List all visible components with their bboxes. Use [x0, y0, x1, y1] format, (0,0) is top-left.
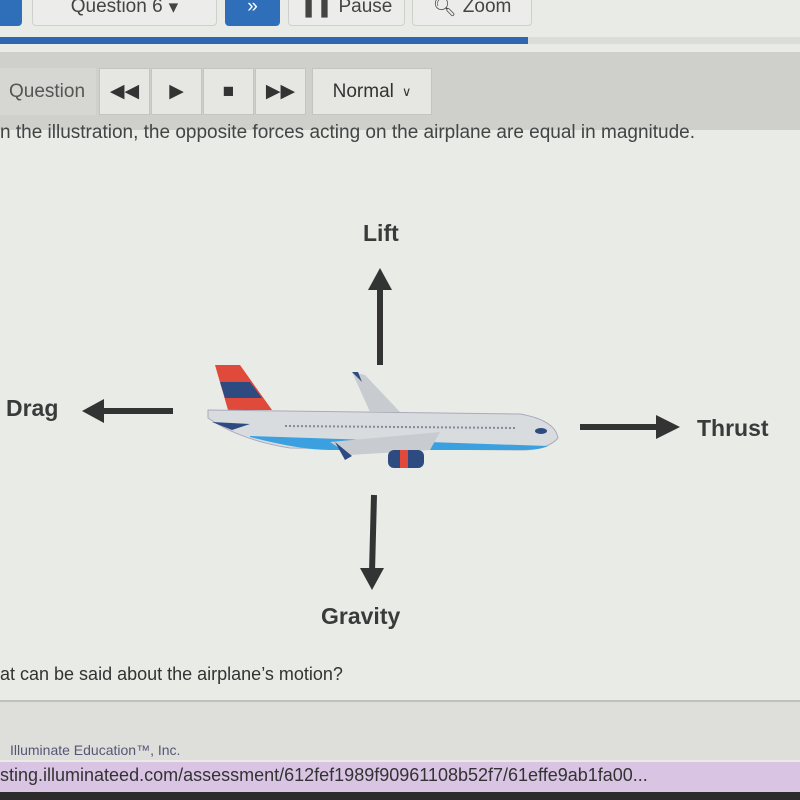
question-select[interactable]: Question 6 ▾ [32, 0, 217, 26]
chevron-down-icon: ▾ [168, 0, 179, 18]
search-icon: 🔍︎ [432, 0, 457, 18]
zoom-button[interactable]: 🔍︎ Zoom [412, 0, 532, 26]
gravity-arrow [360, 494, 384, 590]
play-button[interactable]: ▶ [151, 68, 202, 115]
pause-label: Pause [338, 0, 393, 17]
screen-bezel [0, 792, 800, 800]
question-text: at can be said about the airplane’s moti… [0, 664, 343, 684]
pause-icon: ❚❚ [300, 0, 333, 18]
fast-forward-icon: ▶▶ [265, 81, 296, 102]
rewind-icon: ◀◀ [109, 81, 140, 102]
stop-button[interactable]: ■ [203, 68, 254, 115]
forces-diagram [82, 268, 680, 590]
chevron-down-icon: ∨ [401, 83, 412, 99]
fast-forward-icon: » [247, 0, 258, 17]
footer-brand: Illuminate Education™, Inc. [10, 742, 181, 758]
prev-question-button[interactable] [0, 0, 22, 26]
toolbar-label: Question [0, 68, 96, 115]
zoom-label: Zoom [462, 0, 512, 17]
stop-icon: ■ [222, 80, 235, 102]
next-question-button[interactable]: » [225, 0, 280, 26]
speed-value: Normal [332, 80, 394, 102]
audio-toolbar: Question ◀◀ ▶ ■ ▶▶ Normal ∨ [0, 52, 800, 130]
progress-fill [0, 37, 528, 44]
airplane-illustration [207, 365, 559, 468]
intro-text: n the illustration, the opposite forces … [0, 122, 696, 143]
question-select-value: Question 6 [70, 0, 163, 17]
status-url-bar: sting.illuminateed.com/assessment/612fef… [0, 762, 800, 792]
drag-arrow [82, 399, 173, 423]
speed-select[interactable]: Normal ∨ [312, 68, 432, 115]
play-icon: ▶ [169, 81, 184, 102]
rewind-button[interactable]: ◀◀ [99, 68, 150, 115]
thrust-label: Thrust [697, 415, 769, 441]
drag-label: Drag [6, 395, 59, 421]
fast-forward-button[interactable]: ▶▶ [255, 68, 306, 115]
lift-arrow [368, 268, 392, 365]
lift-label: Lift [363, 220, 399, 246]
gravity-label: Gravity [321, 603, 401, 629]
pause-button[interactable]: ❚❚ Pause [288, 0, 405, 26]
thrust-arrow [580, 415, 680, 439]
progress-bar [0, 37, 800, 44]
